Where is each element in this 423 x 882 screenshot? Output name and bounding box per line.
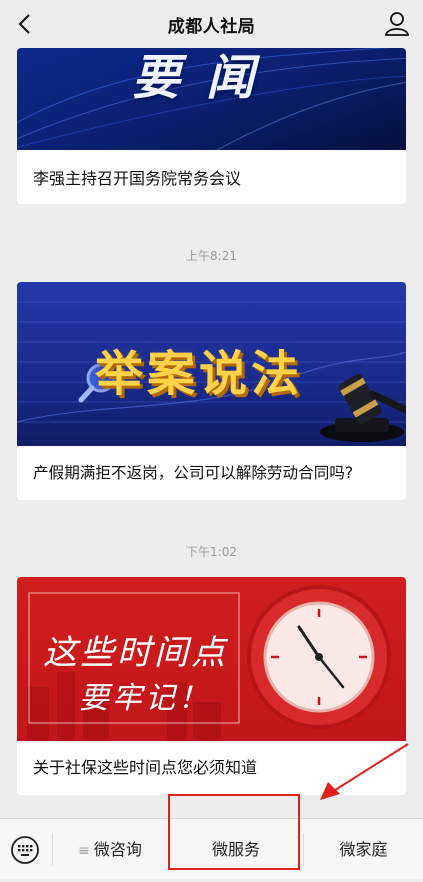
article-banner: 这些时间点 要牢记！ [17, 577, 406, 741]
keyboard-icon[interactable] [10, 835, 40, 865]
annotation-highlight-box [168, 794, 300, 870]
article-banner: 要闻 [17, 48, 406, 150]
article-card[interactable]: 举案说法 产假期满拒不返岗，公司可以解除劳动合同吗? [17, 282, 406, 500]
menu-item-label: 微咨询 [93, 840, 142, 859]
gavel-icon [320, 374, 406, 442]
menu-item-label: 微家庭 [339, 840, 388, 859]
banner-headline: 举案说法 [95, 346, 304, 402]
menu-item-family[interactable]: 微家庭 [304, 819, 423, 879]
annotation-arrow-icon [320, 743, 409, 800]
article-banner: 举案说法 [17, 282, 406, 446]
article-card[interactable]: 要闻 李强主持召开国务院常务会议 [17, 48, 406, 204]
clock-icon [247, 585, 391, 729]
banner-headline: 要闻 [132, 50, 281, 106]
banner-headline-line1: 这些时间点 [43, 633, 228, 673]
banner-headline-line2: 要牢记！ [79, 681, 211, 716]
menu-item-consult[interactable]: ≡ 微咨询 [53, 819, 167, 879]
timestamp: 下午1:02 [186, 545, 237, 559]
article-title: 产假期满拒不返岗，公司可以解除劳动合同吗? [33, 464, 354, 482]
top-navigation-bar: 成都人社局 [0, 0, 423, 48]
menu-lines-icon: ≡ [78, 843, 90, 859]
timestamp: 上午8:21 [186, 249, 237, 263]
article-title: 李强主持召开国务院常务会议 [33, 169, 242, 188]
profile-icon[interactable] [383, 9, 411, 37]
page-title: 成都人社局 [167, 17, 256, 37]
